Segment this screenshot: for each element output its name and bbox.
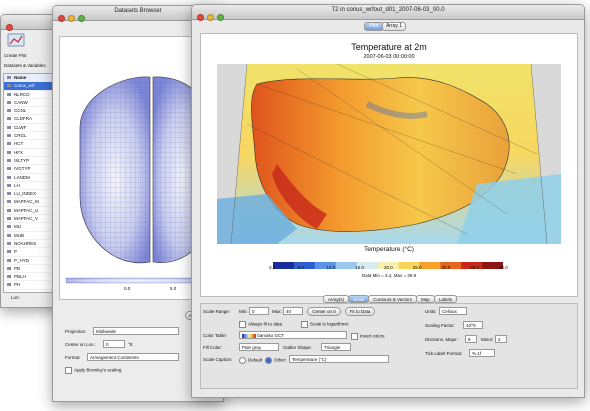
settings-tab[interactable]: Scale <box>348 295 370 303</box>
minimize-button[interactable] <box>68 15 75 22</box>
colorbar-tick-label: 15.0 <box>355 265 365 270</box>
projection-label: Projection: <box>65 329 87 334</box>
fill-color-select[interactable]: Pale gray <box>239 343 279 351</box>
max-label: Max: <box>272 309 282 314</box>
bromley-label: Apply Bromley's scaling <box>74 367 122 373</box>
divisions-minor-field[interactable]: 2 <box>495 335 507 343</box>
colorbar <box>273 256 504 269</box>
colorbar-tick-label: 5.0 <box>297 265 305 270</box>
data-range: Data Min = 3.4, Max = 39.9 <box>361 273 417 278</box>
plot-titlebar: T2 in conus_wrfout_d01_2007-06-03_00.0 <box>192 5 584 21</box>
divisions-label: Divisions, Major: <box>425 337 459 342</box>
zoom-button[interactable] <box>217 14 224 21</box>
center-lon-label: Center on Lon.: <box>65 342 97 347</box>
browser-colorbar-max: 5.0 <box>170 286 177 291</box>
settings-panel: Scale Range: Min: 0 Max: 40 Center on 0 … <box>200 303 578 389</box>
outlier-shape-select[interactable]: Triangle <box>321 343 351 351</box>
fill-color-label: Fill Color: <box>203 345 223 350</box>
units-select[interactable]: Celsius <box>439 307 467 315</box>
colorbar-tick-label: 30.0 <box>441 265 451 270</box>
settings-tab[interactable]: Array(s) <box>323 295 349 303</box>
settings-tab[interactable]: Map <box>416 295 435 303</box>
settings-tab-bar: Array(s) Scale Contours & Vectors Map Labels <box>323 295 458 303</box>
always-fit-checkbox[interactable]: Always fit to data <box>239 321 282 328</box>
min-field[interactable]: 0 <box>249 307 269 315</box>
close-button[interactable] <box>6 24 13 31</box>
color-table-value: bamako GCT <box>257 333 285 338</box>
scaling-factor-label: Scaling Factor: <box>425 323 456 328</box>
close-button[interactable] <box>58 15 65 22</box>
center-lon-field[interactable]: 0 <box>103 340 125 348</box>
caption-field[interactable]: Temperature (°C) <box>289 355 389 363</box>
scale-caption-label: Scale Caption: <box>203 357 233 362</box>
format-label: Format: <box>65 355 81 360</box>
bromley-checkbox[interactable]: Apply Bromley's scaling <box>65 367 121 374</box>
zoom-button[interactable] <box>78 15 85 22</box>
caption-default-label: Default <box>248 357 263 363</box>
minor-label: Minor: <box>481 337 494 342</box>
caption-other-label: Other: <box>274 357 287 363</box>
divisions-major-field[interactable]: 8 <box>465 335 477 343</box>
create-plot-label: Create Plot <box>4 53 27 58</box>
caption-other-radio[interactable]: Other: <box>265 357 287 364</box>
log-scale-checkbox[interactable]: Scale is logarithmic <box>301 321 349 328</box>
tab-plot[interactable]: Plot <box>364 22 384 31</box>
colorbar-tick-label: 35.0 <box>470 265 480 270</box>
fit-to-data-button[interactable]: Fit to Data <box>345 307 375 316</box>
center-on-zero-button[interactable]: Center on 0 <box>307 307 341 316</box>
tick-format-label: Tick Label Format: <box>425 351 463 356</box>
browser-colorbar-min: 0.0 <box>124 286 131 291</box>
tab-array-1[interactable]: Array 1 <box>382 22 406 31</box>
projection-select[interactable]: Mollweide <box>93 327 179 335</box>
settings-tab[interactable]: Labels <box>433 295 458 303</box>
center-lon-unit: °E <box>128 342 133 347</box>
plot-panel: Temperature at 2m 2007-06-03 00:00:00 Te… <box>200 33 578 297</box>
scaling-factor-exp: 0 <box>473 323 476 328</box>
scaling-factor-field[interactable]: 10^0 <box>463 321 483 329</box>
lon-label: Lon: <box>11 295 20 300</box>
close-button[interactable] <box>197 14 204 21</box>
plot-window: T2 in conus_wrfout_d01_2007-06-03_00.0 P… <box>191 4 585 398</box>
color-table-swatch <box>242 333 256 338</box>
caption-default-radio[interactable]: Default <box>239 357 262 364</box>
settings-tab[interactable]: Contours & Vectors <box>368 295 418 303</box>
scale-range-label: Scale Range: <box>203 309 231 314</box>
plot-title: Temperature at 2m <box>351 42 427 52</box>
plot-subtitle: 2007-06-03 00:00:00 <box>363 54 415 60</box>
max-field[interactable]: 40 <box>283 307 303 315</box>
plot-window-title: T2 in conus_wrfout_d01_2007-06-03_00.0 <box>331 7 445 13</box>
colorbar-label: Temperature (°C) <box>364 246 414 253</box>
always-fit-label: Always fit to data <box>248 321 283 327</box>
datasets-section-label: Datasets & Variables <box>4 63 46 68</box>
invert-colors-checkbox[interactable]: Invert colors <box>351 333 385 340</box>
invert-colors-label: Invert colors <box>360 333 385 339</box>
tick-format-field[interactable]: %.1f <box>469 349 495 357</box>
colorbar-tick-label: 0.0 <box>269 265 276 270</box>
colorbar-tick-label: 10.0 <box>326 265 336 270</box>
min-label: Min: <box>239 309 248 314</box>
format-select[interactable]: Arrangement Continents <box>87 353 179 361</box>
colorbar-tick-label: 20.0 <box>384 265 393 270</box>
colorbar-ticks: 0.0 5.0 10.0 15.0 20.0 25.0 30.0 35.0 40.0 <box>269 265 508 271</box>
colorbar-tick-label: 40.0 <box>499 265 508 270</box>
log-scale-label: Scale is logarithmic <box>310 321 349 327</box>
outlier-shape-label: Outlier Shape: <box>283 345 312 350</box>
colorbar-tick-label: 25.0 <box>412 265 422 270</box>
create-plot-icon[interactable] <box>5 32 27 52</box>
color-table-select[interactable]: bamako GCT <box>239 331 347 339</box>
units-label: Units: <box>425 309 437 314</box>
temperature-map <box>217 64 561 244</box>
minimize-button[interactable] <box>207 14 214 21</box>
color-table-label: Color Table: <box>203 333 227 338</box>
